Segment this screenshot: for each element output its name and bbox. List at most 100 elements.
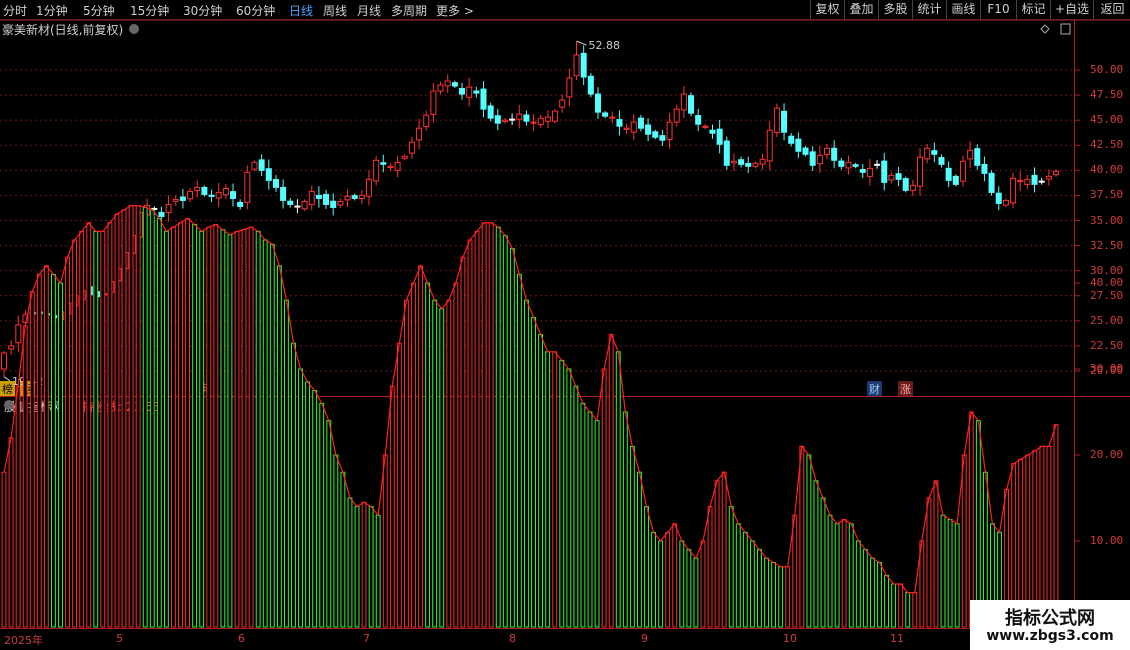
candle-body <box>258 159 265 171</box>
candle-body <box>501 119 508 123</box>
indicator-bar <box>460 256 466 628</box>
indicator-bar <box>884 574 889 628</box>
indicator-bar <box>891 583 897 628</box>
high-pointer <box>576 40 587 46</box>
indicator-bar <box>622 411 628 628</box>
indicator-bar <box>877 562 882 628</box>
candle-body <box>695 115 702 125</box>
indicator-bar <box>792 514 798 628</box>
indicator-bar <box>531 316 536 628</box>
candle-body <box>315 194 322 199</box>
candle-body <box>552 110 559 122</box>
indicator-bar <box>368 506 374 628</box>
indicator-bar <box>79 230 85 628</box>
candle-body <box>602 112 609 117</box>
indicator-bar <box>156 218 162 628</box>
indicator-bar <box>206 226 212 628</box>
candle-body <box>1038 180 1045 183</box>
indicator-bar <box>629 445 635 628</box>
indicator-bar <box>679 540 685 628</box>
candle-body <box>523 114 530 122</box>
indicator-bar <box>757 549 762 628</box>
indicator-bar <box>538 334 544 628</box>
candle-body <box>430 90 437 115</box>
indicator-bar <box>58 282 63 628</box>
candle-body <box>373 159 380 182</box>
indicator-bar <box>50 273 56 628</box>
indicator-bar <box>926 497 932 628</box>
indicator-bar <box>524 299 529 628</box>
candle-body <box>459 87 466 95</box>
candle-body <box>423 114 430 128</box>
candle-body <box>716 128 723 145</box>
indicator-bar <box>305 381 311 628</box>
indicator-bar <box>333 454 339 628</box>
candle-body <box>1045 175 1052 180</box>
low-pointer <box>3 376 11 382</box>
indicator-bar <box>135 205 141 628</box>
candle-body <box>938 156 945 165</box>
indicator-bar <box>559 359 565 628</box>
diamond-icon <box>1040 24 1050 34</box>
indicator-bar <box>425 282 431 628</box>
candle-body <box>237 201 244 207</box>
indicator-bar <box>163 230 169 628</box>
indicator-bar <box>354 506 360 628</box>
indicator-bar <box>312 390 318 628</box>
indicator-bar <box>298 368 303 628</box>
candle-body <box>888 174 895 181</box>
indicator-bar <box>700 540 706 628</box>
indicator-bar <box>848 523 854 628</box>
indicator-bar <box>255 230 261 628</box>
candle-body <box>380 162 387 165</box>
candle-body <box>952 175 959 185</box>
candle-body <box>516 113 523 120</box>
indicator-bar <box>488 222 494 628</box>
candle-body <box>974 148 981 166</box>
indicator-bar <box>453 282 459 628</box>
candle-body <box>416 127 423 141</box>
indicator-bar <box>714 480 720 628</box>
candle-body <box>158 211 165 217</box>
indicator-bar <box>516 273 522 628</box>
candle-body <box>215 191 222 199</box>
indicator-bar <box>742 531 748 628</box>
candle-body <box>838 160 845 167</box>
candle-body <box>15 324 22 344</box>
indicator-bar <box>975 420 981 628</box>
indicator-bar <box>72 239 78 628</box>
candle-body <box>308 190 315 206</box>
candle-body <box>344 195 351 201</box>
candle-body <box>738 159 745 165</box>
candle-body <box>1002 199 1009 206</box>
candle-body <box>931 150 938 155</box>
indicator-bar <box>651 531 656 628</box>
indicator-bar <box>29 291 35 628</box>
indicator-bar <box>764 557 769 628</box>
indicator-bar <box>749 540 755 628</box>
candle-body <box>201 186 208 195</box>
candle-body <box>773 107 780 134</box>
indicator-bar <box>552 351 558 628</box>
indicator-bar <box>481 222 487 628</box>
indicator-bar <box>495 226 501 628</box>
indicator-bar <box>587 411 593 628</box>
indicator-bar <box>799 445 805 628</box>
chart-canvas: 52.8819.42 <box>0 19 1130 629</box>
candle-body <box>272 179 279 188</box>
candle-body <box>623 127 630 130</box>
candle-body <box>466 86 473 98</box>
candle-body <box>981 164 988 174</box>
candle-body <box>874 163 881 166</box>
candle-body <box>530 121 537 124</box>
indicator-bar <box>65 256 70 628</box>
indicator-bar <box>262 239 268 628</box>
candle-body <box>745 163 752 167</box>
candle-body <box>630 121 637 133</box>
indicator-bar <box>149 209 155 628</box>
indicator-bar <box>601 368 607 628</box>
watermark-url: www.zbgs3.com <box>986 628 1114 644</box>
indicator-bar <box>86 222 92 628</box>
indicator-bar <box>644 506 649 628</box>
candle-body <box>959 160 966 182</box>
